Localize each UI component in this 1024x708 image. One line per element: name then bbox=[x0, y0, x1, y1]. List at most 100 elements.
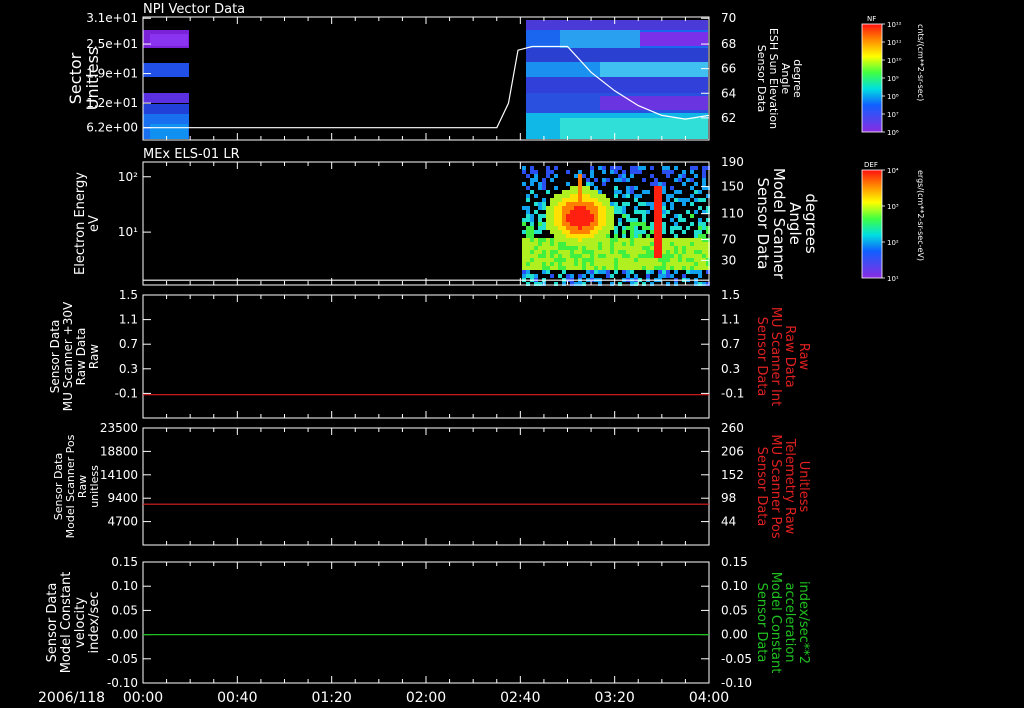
spectrogram-cell bbox=[654, 238, 658, 242]
spectrogram-cell bbox=[698, 198, 702, 202]
spectrogram-cell bbox=[590, 218, 594, 222]
spectrogram-cell bbox=[630, 190, 634, 194]
spectrogram-cell bbox=[626, 214, 630, 218]
spectrogram-cell bbox=[694, 254, 698, 258]
spectrogram-cell bbox=[522, 230, 526, 234]
spectrogram-cell bbox=[598, 258, 602, 262]
spectrogram-cell bbox=[522, 246, 526, 250]
spectrogram-cell bbox=[550, 198, 554, 202]
y2-axis-title: Angle bbox=[786, 202, 804, 245]
spectrogram-cell bbox=[574, 206, 578, 210]
spectrogram-cell bbox=[606, 234, 610, 238]
spectrogram-cell bbox=[542, 186, 546, 190]
spectrogram-cell bbox=[526, 258, 530, 262]
y-tick-label: 4700 bbox=[107, 515, 138, 529]
spectrogram-cell bbox=[642, 238, 646, 242]
y-tick-label: 10¹ bbox=[118, 225, 138, 239]
spectrogram-cell bbox=[566, 254, 570, 258]
spectrogram-cell bbox=[546, 206, 550, 210]
spectrogram-cell bbox=[554, 202, 558, 206]
spectrogram-cell bbox=[582, 234, 586, 238]
spectrogram-cell bbox=[626, 242, 630, 246]
spectrogram-cell bbox=[618, 238, 622, 242]
spectrogram-cell bbox=[522, 242, 526, 246]
spectrogram-cell bbox=[594, 246, 598, 250]
spectrogram-cell bbox=[530, 234, 534, 238]
spectrogram-cell bbox=[574, 222, 578, 226]
y2-tick-label: 260 bbox=[721, 421, 744, 435]
spectrogram-cell bbox=[694, 246, 698, 250]
spectrogram-cell bbox=[690, 266, 694, 270]
spectrogram-cell bbox=[622, 210, 626, 214]
spectrogram-cell bbox=[642, 218, 646, 222]
spectrogram-cell bbox=[694, 262, 698, 266]
y-tick-label: 6.2e+00 bbox=[86, 121, 138, 135]
spectrogram-cell bbox=[690, 238, 694, 242]
y-axis-title: Model Constant bbox=[59, 572, 74, 674]
spectrogram-cell bbox=[630, 238, 634, 242]
spectrogram-cell bbox=[522, 262, 526, 266]
y-tick-label: 0.05 bbox=[111, 603, 138, 617]
spectrogram-cell bbox=[634, 230, 638, 234]
spectrogram-cell bbox=[610, 258, 614, 262]
spectrogram-cell bbox=[534, 238, 538, 242]
spectrogram-cell bbox=[550, 226, 554, 230]
spectrogram-cell bbox=[526, 218, 530, 222]
spectrogram-cell bbox=[638, 234, 642, 238]
spectrogram-cell bbox=[558, 198, 562, 202]
spectrogram-cell bbox=[666, 174, 670, 178]
spectrogram-cell bbox=[526, 174, 530, 178]
spectrogram-cell bbox=[678, 238, 682, 242]
spectrogram-cell bbox=[558, 238, 562, 242]
spectrogram-cell bbox=[610, 166, 614, 170]
spectrogram-cell bbox=[630, 270, 634, 274]
spectrogram-cell bbox=[658, 270, 662, 274]
spectrogram-cell bbox=[554, 222, 558, 226]
spectrogram-cell bbox=[578, 222, 582, 226]
spectrogram-cell bbox=[634, 242, 638, 246]
spectrogram-cell bbox=[550, 242, 554, 246]
spectrogram-cell bbox=[634, 246, 638, 250]
spectrogram-cell bbox=[562, 238, 566, 242]
spectrogram-cell bbox=[606, 270, 610, 274]
spectrogram-cell bbox=[658, 186, 662, 190]
spectrogram-cell bbox=[598, 202, 602, 206]
spectrogram-cell bbox=[586, 218, 590, 222]
spectrogram-cell bbox=[658, 274, 662, 278]
panel-title: NPI Vector Data bbox=[143, 2, 245, 17]
spectrogram-cell bbox=[550, 218, 554, 222]
spectrogram-cell bbox=[630, 166, 634, 170]
spectrogram-cell bbox=[562, 218, 566, 222]
y2-axis-title: Model Constant bbox=[768, 572, 783, 674]
spectrogram-cell bbox=[550, 202, 554, 206]
spectrogram-cell bbox=[574, 258, 578, 262]
spectrogram-cell bbox=[650, 246, 654, 250]
spectrogram-cell bbox=[602, 246, 606, 250]
spectrogram-cell bbox=[574, 186, 578, 190]
spectrogram-cell bbox=[622, 250, 626, 254]
spectrogram-cell bbox=[606, 222, 610, 226]
spectrogram-cell bbox=[554, 234, 558, 238]
date-label: 2006/118 bbox=[38, 690, 105, 706]
spectrogram-cell bbox=[630, 250, 634, 254]
spectrogram-cell bbox=[654, 210, 658, 214]
spectrogram-cell bbox=[674, 166, 678, 170]
spectrogram-cell bbox=[558, 266, 562, 270]
spectrogram-cell bbox=[566, 230, 570, 234]
spectrogram-cell bbox=[634, 238, 638, 242]
spectrogram-cell bbox=[650, 266, 654, 270]
spectrogram-cell bbox=[526, 210, 530, 214]
spectrogram-cell bbox=[578, 174, 582, 178]
spectrogram-cell bbox=[698, 266, 702, 270]
y-tick-label: 0.7 bbox=[119, 337, 138, 351]
spectrogram-cell bbox=[678, 258, 682, 262]
spectrogram-cell bbox=[594, 234, 598, 238]
spectrogram-cell bbox=[602, 222, 606, 226]
spectrogram-cell bbox=[638, 254, 642, 258]
spectrogram-cell bbox=[658, 182, 662, 186]
spectrogram-cell bbox=[694, 266, 698, 270]
y-axis-right: 260 206 152 98 44 bbox=[701, 421, 744, 529]
spectrogram-cell bbox=[702, 166, 706, 170]
spectrogram-cell bbox=[634, 194, 638, 198]
spectrogram-cell bbox=[586, 210, 590, 214]
